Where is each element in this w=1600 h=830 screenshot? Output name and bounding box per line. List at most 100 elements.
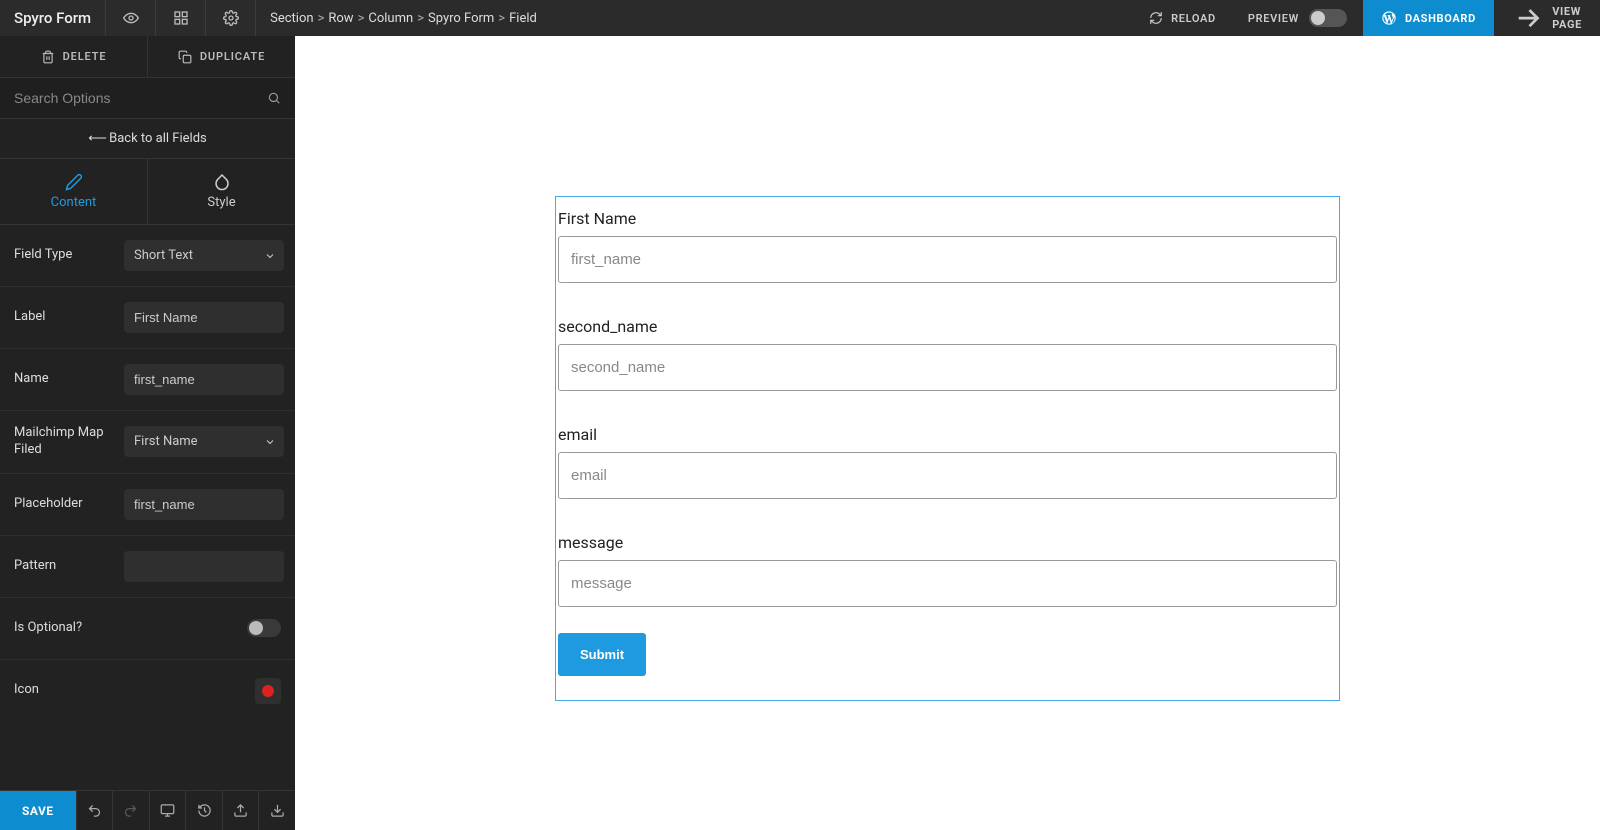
option-label-field: Label xyxy=(0,287,295,349)
chevron-down-icon xyxy=(264,436,276,448)
field-label: email xyxy=(556,413,1339,452)
duplicate-button[interactable]: DUPLICATE xyxy=(148,36,295,77)
form-element[interactable]: First Name second_name email message Sub… xyxy=(555,196,1340,701)
option-label: Name xyxy=(14,371,124,388)
pencil-icon xyxy=(65,173,83,191)
form-field: First Name xyxy=(556,197,1339,305)
arrow-right-icon xyxy=(1512,2,1544,34)
tab-style[interactable]: Style xyxy=(148,159,295,224)
desktop-icon xyxy=(160,803,175,818)
download-icon xyxy=(270,803,285,818)
reload-button[interactable]: RELOAD xyxy=(1133,0,1232,36)
field-label: First Name xyxy=(556,197,1339,236)
search-row xyxy=(0,78,295,119)
option-field-type: Field Type Short Text xyxy=(0,225,295,287)
back-link[interactable]: ⟵ Back to all Fields xyxy=(0,119,295,159)
form-field: second_name xyxy=(556,305,1339,413)
reload-icon xyxy=(1149,11,1163,25)
undo-icon xyxy=(87,803,102,818)
top-bar: Spyro Form Section> Row> Column> Spyro F… xyxy=(0,0,1600,36)
history-button[interactable] xyxy=(185,791,222,830)
gear-icon xyxy=(223,10,239,26)
preview-label: PREVIEW xyxy=(1248,12,1299,25)
field-label: second_name xyxy=(556,305,1339,344)
breadcrumb: Section> Row> Column> Spyro Form> Field xyxy=(256,0,551,36)
option-label: Label xyxy=(14,309,124,326)
submit-button[interactable]: Submit xyxy=(558,633,646,676)
field-input-first-name[interactable] xyxy=(558,236,1337,283)
option-label: Icon xyxy=(14,682,124,699)
option-optional: Is Optional? xyxy=(0,598,295,660)
import-button[interactable] xyxy=(258,791,295,830)
undo-button[interactable] xyxy=(76,791,113,830)
option-mailchimp: Mailchimp Map Filed First Name xyxy=(0,411,295,474)
view-page-label: VIEW PAGE xyxy=(1552,5,1582,31)
select-value: Short Text xyxy=(134,248,193,263)
view-page-button[interactable]: VIEW PAGE xyxy=(1494,0,1600,36)
option-label: Placeholder xyxy=(14,496,124,513)
dashboard-button[interactable]: DASHBOARD xyxy=(1363,0,1494,36)
option-icon: Icon xyxy=(0,660,295,722)
option-label: Mailchimp Map Filed xyxy=(14,425,124,459)
grid-icon xyxy=(173,10,189,26)
droplet-icon xyxy=(213,173,231,191)
breadcrumb-item[interactable]: Spyro Form xyxy=(428,11,494,26)
breadcrumb-item[interactable]: Row xyxy=(328,11,353,26)
copy-icon xyxy=(178,50,192,64)
duplicate-label: DUPLICATE xyxy=(200,50,265,63)
field-label: message xyxy=(556,521,1339,560)
mailchimp-select[interactable]: First Name xyxy=(124,426,284,457)
option-pattern: Pattern xyxy=(0,536,295,598)
form-field: email xyxy=(556,413,1339,521)
wordpress-icon xyxy=(1381,10,1397,26)
tab-content-label: Content xyxy=(51,195,97,210)
search-input[interactable] xyxy=(0,78,295,118)
preview-toggle[interactable]: PREVIEW xyxy=(1232,0,1363,36)
breadcrumb-item[interactable]: Section xyxy=(270,11,313,26)
sidebar-footer: SAVE xyxy=(0,790,295,830)
field-type-select[interactable]: Short Text xyxy=(124,240,284,271)
page-title: Spyro Form xyxy=(0,0,106,36)
history-icon xyxy=(197,803,212,818)
visibility-button[interactable] xyxy=(106,0,156,36)
canvas[interactable]: First Name second_name email message Sub… xyxy=(295,36,1600,830)
field-input-second-name[interactable] xyxy=(558,344,1337,391)
redo-button[interactable] xyxy=(112,791,149,830)
trash-icon xyxy=(41,50,55,64)
toggle-track xyxy=(1309,9,1347,27)
option-name: Name xyxy=(0,349,295,411)
sidebar: DELETE DUPLICATE ⟵ Back to all Fields Co… xyxy=(0,36,295,830)
delete-label: DELETE xyxy=(63,50,107,63)
eye-icon xyxy=(123,10,139,26)
upload-icon xyxy=(233,803,248,818)
icon-swatch-dot xyxy=(262,685,274,697)
select-value: First Name xyxy=(134,434,198,449)
option-label: Pattern xyxy=(14,558,124,575)
name-input[interactable] xyxy=(124,364,284,395)
field-input-message[interactable] xyxy=(558,560,1337,607)
placeholder-input[interactable] xyxy=(124,489,284,520)
label-input[interactable] xyxy=(124,302,284,333)
tab-style-label: Style xyxy=(207,195,235,210)
save-button[interactable]: SAVE xyxy=(0,791,76,830)
breadcrumb-item[interactable]: Field xyxy=(509,11,537,26)
pattern-input[interactable] xyxy=(124,551,284,582)
tab-content[interactable]: Content xyxy=(0,159,148,224)
responsive-button[interactable] xyxy=(149,791,186,830)
optional-toggle[interactable] xyxy=(247,619,281,637)
form-field: message xyxy=(556,521,1339,629)
redo-icon xyxy=(123,803,138,818)
icon-picker[interactable] xyxy=(255,678,281,704)
search-icon xyxy=(267,91,281,105)
option-label: Is Optional? xyxy=(14,620,124,637)
export-button[interactable] xyxy=(222,791,259,830)
option-placeholder: Placeholder xyxy=(0,474,295,536)
field-input-email[interactable] xyxy=(558,452,1337,499)
settings-button[interactable] xyxy=(206,0,256,36)
breadcrumb-item[interactable]: Column xyxy=(368,11,413,26)
option-label: Field Type xyxy=(14,247,124,264)
dashboard-label: DASHBOARD xyxy=(1405,12,1476,25)
grid-button[interactable] xyxy=(156,0,206,36)
chevron-down-icon xyxy=(264,250,276,262)
delete-button[interactable]: DELETE xyxy=(0,36,148,77)
